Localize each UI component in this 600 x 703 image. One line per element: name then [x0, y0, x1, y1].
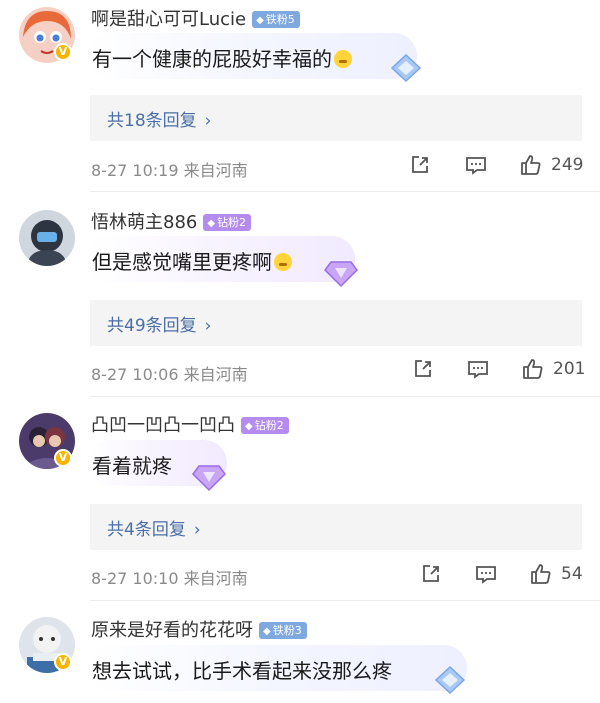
divider [90, 191, 600, 192]
comment-icon[interactable] [474, 562, 498, 586]
verified-badge-icon: V [54, 653, 72, 671]
verified-badge-icon: V [54, 449, 72, 467]
comment-bubble[interactable]: 想去试试，比手术看起来没那么疼 [87, 645, 467, 695]
comment-actions: 201 [0, 357, 600, 387]
username[interactable]: 悟林萌主886 [91, 212, 197, 233]
reply-box[interactable]: 共18条回复 › [90, 95, 582, 141]
diamond-gem-icon [434, 665, 466, 695]
username[interactable]: 凸凹一凹凸一凹凸 [91, 415, 235, 436]
chevron-right-icon: › [204, 111, 212, 131]
diamond-icon: ◆ [207, 218, 216, 229]
comment-text: 但是感觉嘴里更疼啊 [92, 250, 272, 274]
avatar[interactable] [19, 210, 75, 266]
thumbs-up-icon[interactable] [529, 562, 553, 586]
like-count: 201 [553, 359, 586, 379]
fan-badge: ◆ 钻粉2 [203, 214, 252, 231]
comment-text: 看着就疼 [92, 454, 172, 478]
fan-badge: ◆ 铁粉3 [259, 622, 307, 639]
diamond-gem-icon [324, 261, 358, 288]
thumbs-up-icon[interactable] [519, 153, 543, 177]
view-replies-link[interactable]: 共49条回复 [107, 316, 197, 336]
thumbs-up-icon[interactable] [521, 357, 545, 381]
diamond-icon: ◆ [245, 421, 253, 432]
username[interactable]: 啊是甜心可可Lucie [91, 9, 246, 30]
username-row: 悟林萌主886 ◆ 钻粉2 [91, 208, 252, 234]
username-row: 啊是甜心可可Lucie ◆ 铁粉5 [91, 5, 300, 31]
diamond-gem-icon [390, 53, 422, 83]
comment-bubble[interactable]: 但是感觉嘴里更疼啊 [87, 236, 358, 288]
chevron-right-icon: › [193, 520, 201, 540]
chevron-right-icon: › [204, 316, 212, 336]
fan-badge: ◆ 钻粉2 [241, 417, 289, 434]
laughing-emoji-icon [274, 253, 292, 271]
like-count: 54 [561, 564, 583, 584]
comment-bubble[interactable]: 看着就疼 [87, 440, 227, 492]
diamond-gem-icon [192, 465, 226, 492]
fan-badge: ◆ 铁粉5 [252, 11, 300, 28]
comment-text: 有一个健康的屁股好幸福的 [92, 47, 332, 71]
share-icon[interactable] [408, 153, 432, 177]
username-row: 原来是好看的花花呀 ◆ 铁粉3 [91, 616, 307, 642]
view-replies-link[interactable]: 共4条回复 [107, 520, 186, 540]
diamond-icon: ◆ [256, 15, 264, 26]
username[interactable]: 原来是好看的花花呀 [91, 620, 253, 641]
username-row: 凸凹一凹凸一凹凸 ◆ 钻粉2 [91, 411, 289, 437]
comment-icon[interactable] [464, 153, 488, 177]
divider [90, 396, 600, 397]
comment-bubble[interactable]: 有一个健康的屁股好幸福的 [87, 33, 422, 83]
diamond-icon: ◆ [263, 626, 271, 637]
crying-laugh-emoji-icon [334, 50, 352, 68]
comment-actions: 54 [0, 562, 600, 592]
comment-actions: 249 [0, 153, 600, 183]
verified-badge-icon: V [54, 43, 72, 61]
like-count: 249 [551, 155, 584, 175]
divider [90, 600, 600, 601]
reply-box[interactable]: 共49条回复 › [90, 300, 582, 346]
view-replies-link[interactable]: 共18条回复 [107, 111, 197, 131]
comment-icon[interactable] [466, 357, 490, 381]
share-icon[interactable] [411, 357, 435, 381]
comment-text: 想去试试，比手术看起来没那么疼 [92, 659, 392, 683]
reply-box[interactable]: 共4条回复 › [90, 504, 582, 550]
share-icon[interactable] [419, 562, 443, 586]
